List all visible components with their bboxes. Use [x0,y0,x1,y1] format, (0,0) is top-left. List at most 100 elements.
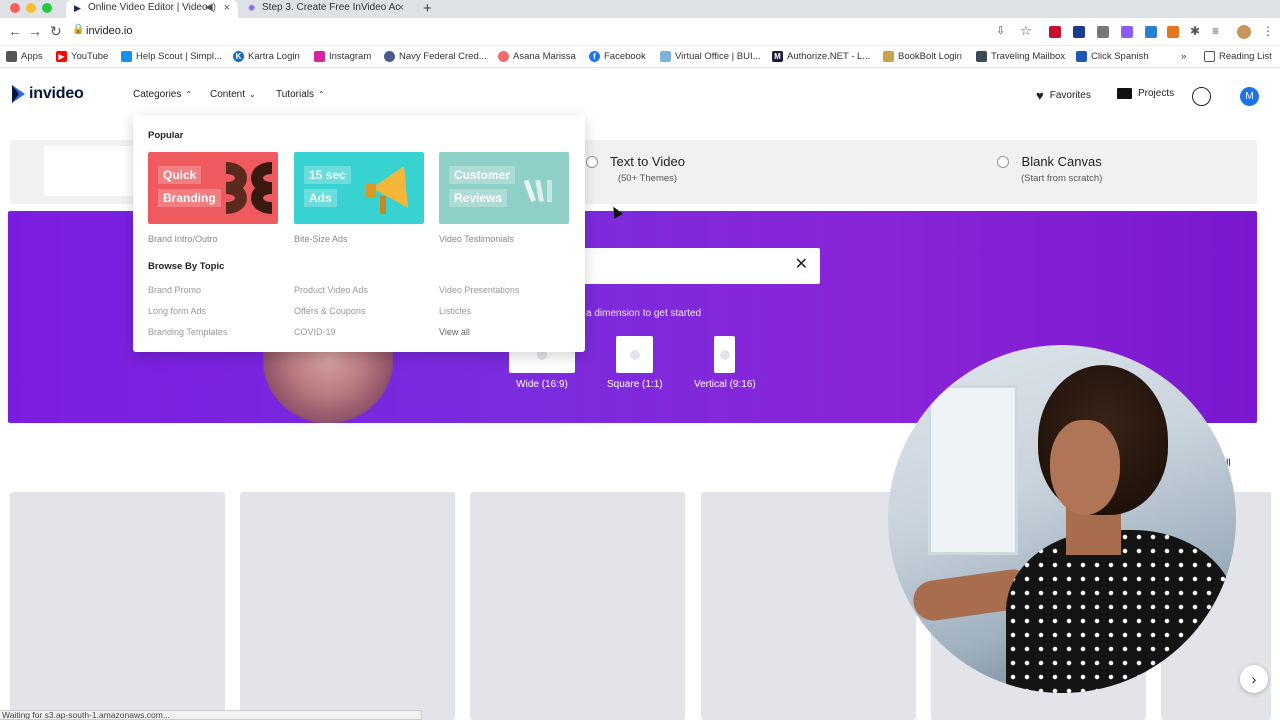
extension-icon[interactable] [1145,26,1157,38]
topic-link[interactable]: COVID-19 [294,327,336,337]
option-subtitle: (Start from scratch) [1021,173,1103,184]
option-text-to-video[interactable]: Text to Video (50+ Themes) [586,154,685,184]
bookmark-bookbolt[interactable]: BookBolt Login [883,50,962,63]
bookmark-traveling-mailbox[interactable]: Traveling Mailbox [976,50,1065,63]
radio-button[interactable] [586,156,598,168]
bookmark-kartra[interactable]: K Kartra Login [233,50,300,63]
popular-heading: Popular [148,130,184,141]
forward-icon[interactable]: → [28,24,42,38]
template-card[interactable] [240,492,455,720]
facebook-icon: f [589,51,600,62]
topic-link[interactable]: Listicles [439,306,471,316]
nav-content[interactable]: Content ⌄ [210,89,256,100]
thumb-caption[interactable]: Video Testimonials [439,234,514,244]
dimension-square[interactable]: Square (1:1) [607,336,663,390]
url-field[interactable]: invideo.io [86,25,132,37]
bookmark-asana[interactable]: Asana Marissa [498,50,576,63]
bookmark-helpscout[interactable]: Help Scout | Simpl... [121,50,222,63]
media-icon[interactable]: ≡ [1212,24,1219,38]
bookmark-navy-federal[interactable]: Navy Federal Cred... [384,50,487,63]
bookbolt-icon [883,51,894,62]
dimension-label: Wide (16:9) [516,379,568,390]
minimize-window-button[interactable] [26,3,36,13]
cloud-icon [660,51,671,62]
browser-tab-active[interactable]: ▶ Online Video Editor | Video ◀) × [66,0,238,18]
carousel-next-button[interactable]: › [1240,665,1268,693]
lock-icon[interactable]: 🔒 [72,24,84,35]
option-blank-canvas[interactable]: Blank Canvas (Start from scratch) [997,154,1103,184]
chevron-up-icon: ⌃ [317,90,325,99]
nav-categories[interactable]: Categories ⌃ [133,89,192,100]
topic-link[interactable]: Branding Templates [148,327,227,337]
close-tab-icon[interactable]: × [224,0,230,16]
bookmark-apps[interactable]: Apps [6,50,43,63]
projects-link[interactable]: Projects [1117,88,1174,99]
thumb-caption[interactable]: Brand Intro/Outro [148,234,218,244]
extension-icon[interactable] [1073,26,1085,38]
bookmark-authorize-net[interactable]: M Authorize.NET - L... [772,50,870,63]
zoom-window-button[interactable] [42,3,52,13]
asana-icon [498,51,509,62]
reading-list[interactable]: Reading List [1204,50,1272,63]
browse-topic-heading: Browse By Topic [148,261,225,272]
back-icon[interactable]: ← [8,24,22,38]
more-bookmarks-icon[interactable]: » [1181,50,1186,63]
popular-thumb-brand-intro[interactable]: Quick Branding [148,152,278,224]
topic-link[interactable]: Product Video Ads [294,285,368,295]
search-input[interactable]: ✕ [572,248,820,284]
close-icon[interactable]: ✕ [795,256,808,274]
topic-link[interactable]: Video Presentations [439,285,519,295]
profile-icon[interactable] [1237,25,1251,39]
extension-icon[interactable] [1121,26,1133,38]
bookmark-facebook[interactable]: f Facebook [589,50,646,63]
speaker-icon[interactable]: ◀) [205,0,216,16]
extension-icon[interactable] [1049,26,1061,38]
bookmarks-bar: Apps ▶ YouTube Help Scout | Simpl... K Kar… [0,46,1280,68]
bookmark-instagram[interactable]: Instagram [314,50,371,63]
metamask-icon[interactable] [1167,26,1179,38]
template-card[interactable] [10,492,225,720]
new-tab-icon[interactable]: + [423,0,432,17]
avatar[interactable]: M [1240,87,1259,106]
address-bar: ← → ↻ 🔒 invideo.io ⇩ ☆ ✱ ≡ ⋮ [0,18,1280,46]
install-icon[interactable]: ⇩ [996,24,1005,38]
favorites-link[interactable]: ♥ Favorites [1036,88,1091,103]
browser-status-bar: Waiting for s3.ap-south-1.amazonaws.com.… [0,710,422,720]
dimension-vertical[interactable]: Vertical (9:16) [694,336,756,390]
bookmark-youtube[interactable]: ▶ YouTube [56,50,108,63]
invideo-logo[interactable]: invideo [10,84,84,104]
folder-icon [1117,88,1132,99]
view-all-topics-link[interactable]: View all [439,327,470,337]
topic-link[interactable]: Offers & Coupons [294,306,365,316]
bookmark-star-icon[interactable]: ☆ [1020,24,1032,38]
browser-tab[interactable]: ✺ Step 3. Create Free InVideo Ac × [240,0,412,18]
branding-shape-icon [225,162,273,214]
template-card[interactable] [701,492,916,720]
instagram-icon [314,51,325,62]
bookmark-click-spanish[interactable]: Click Spanish [1076,50,1149,63]
close-tab-icon[interactable]: × [398,0,404,16]
nav-tutorials[interactable]: Tutorials ⌃ [276,89,325,100]
thumb-tag: Customer [449,166,516,184]
kartra-icon: K [233,51,244,62]
thumb-tag: Ads [304,189,337,207]
topic-link[interactable]: Brand Promo [148,285,201,295]
topic-link[interactable]: Long form Ads [148,306,206,316]
radio-button[interactable] [997,156,1009,168]
option-title: Text to Video [610,154,685,169]
thumb-caption[interactable]: Bite-Size Ads [294,234,348,244]
reading-list-icon [1204,51,1215,62]
puzzle-icon[interactable]: ✱ [1190,24,1200,38]
reload-icon[interactable]: ↻ [50,24,62,38]
popular-thumb-testimonials[interactable]: Customer Reviews [439,152,569,224]
account-icon[interactable] [1192,87,1211,106]
extension-icon[interactable] [1097,26,1109,38]
more-icon[interactable]: ⋮ [1262,24,1274,38]
option-card[interactable] [44,146,144,196]
bookmark-virtual-office[interactable]: Virtual Office | BUI... [660,50,761,63]
dimension-hint: a dimension to get started [586,308,702,319]
close-window-button[interactable] [10,3,20,13]
popular-thumb-bite-size[interactable]: 15 sec Ads [294,152,424,224]
square-shape-icon [616,336,654,373]
template-card[interactable] [470,492,685,720]
